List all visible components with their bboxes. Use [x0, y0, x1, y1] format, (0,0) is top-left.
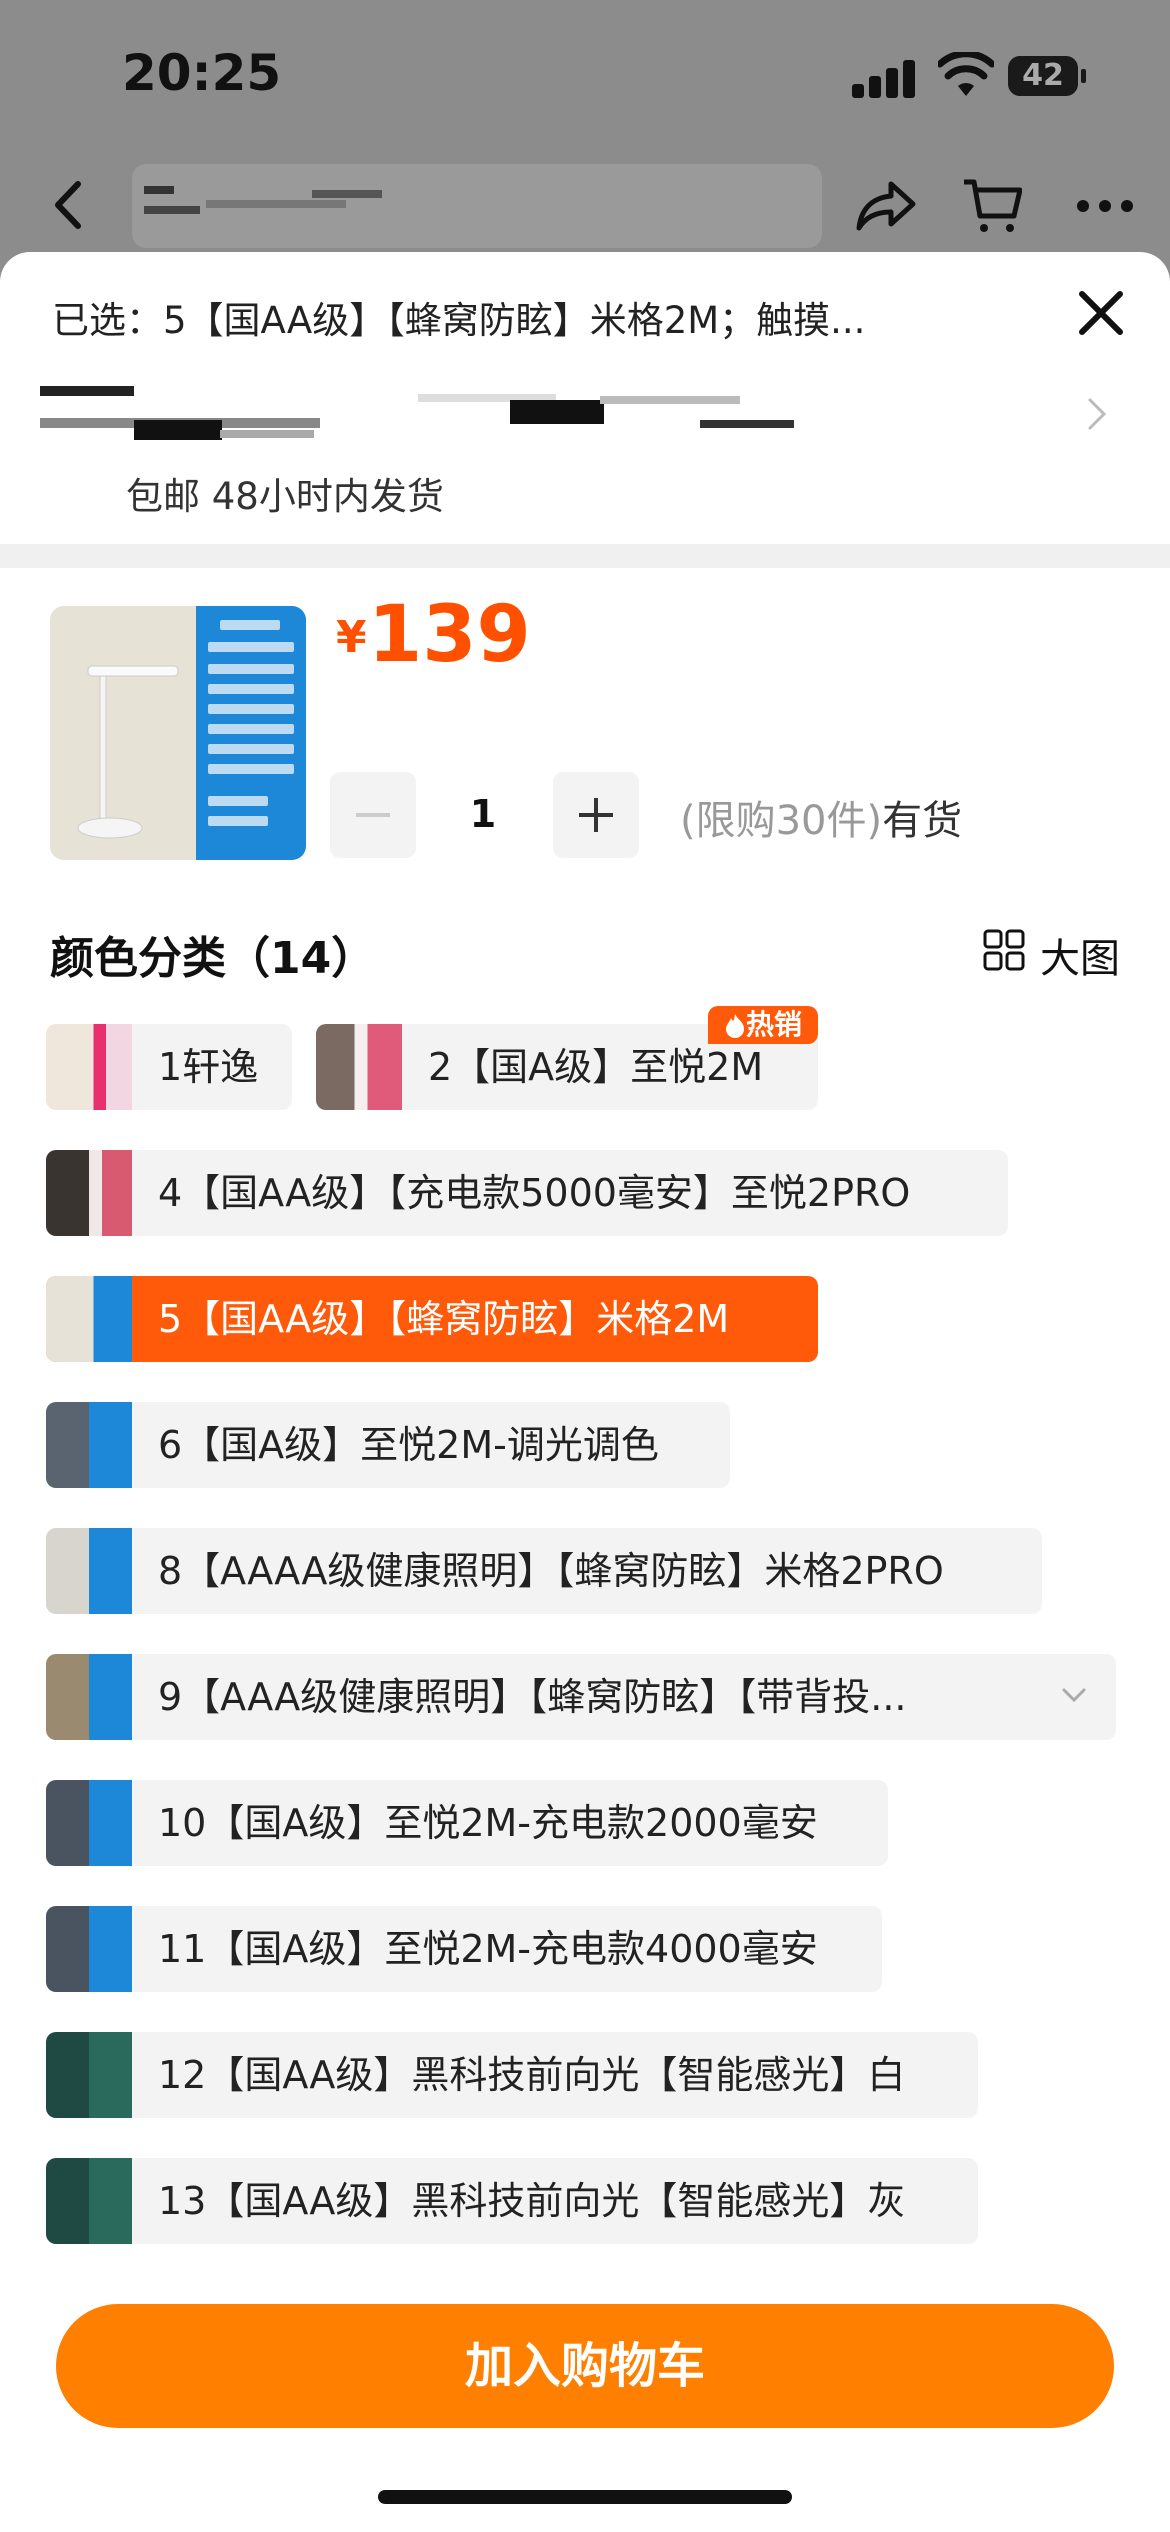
option-thumbnail	[46, 1150, 132, 1236]
option-thumbnail	[46, 1024, 132, 1110]
big-view-toggle[interactable]: 大图	[982, 926, 1122, 982]
minus-icon	[356, 813, 390, 817]
stock-status: 有货	[882, 798, 963, 844]
option-label: 5【国AA级】【蜂窝防眩】米格2M	[158, 1297, 730, 1341]
option-thumbnail	[46, 1528, 132, 1614]
hot-sale-badge: 热销	[708, 1006, 818, 1044]
color-option-9[interactable]: 9【AAA级健康照明】【蜂窝防眩】【带背投...	[46, 1654, 1116, 1740]
price: 139	[368, 590, 531, 680]
product-image[interactable]	[50, 606, 306, 860]
signal-icon	[852, 60, 916, 98]
share-icon[interactable]	[855, 180, 917, 232]
add-to-cart-button[interactable]: 加入购物车	[56, 2304, 1114, 2428]
color-option-1[interactable]: 1轩逸	[46, 1024, 292, 1110]
shipping-info: 包邮 48小时内发货	[126, 475, 444, 518]
battery-icon: 42	[1008, 56, 1088, 98]
more-icon[interactable]	[1075, 198, 1135, 214]
home-indicator[interactable]	[378, 2490, 792, 2504]
option-thumbnail	[316, 1024, 402, 1110]
address-redacted[interactable]	[40, 380, 800, 440]
fire-icon	[725, 1014, 744, 1038]
grid-icon	[983, 929, 1025, 971]
color-option-12[interactable]: 12【国AA级】黑科技前向光【智能感光】白	[46, 2032, 978, 2118]
plus-icon	[579, 798, 613, 832]
option-label: 10【国A级】至悦2M-充电款2000毫安	[158, 1801, 818, 1845]
back-icon[interactable]	[48, 180, 88, 230]
color-option-6[interactable]: 6【国A级】至悦2M-调光调色	[46, 1402, 730, 1488]
chevron-down-icon[interactable]	[1060, 1686, 1088, 1706]
option-label: 12【国AA级】黑科技前向光【智能感光】白	[158, 2053, 906, 2097]
option-label: 11【国A级】至悦2M-充电款4000毫安	[158, 1927, 818, 1971]
color-option-13[interactable]: 13【国AA级】黑科技前向光【智能感光】灰	[46, 2158, 978, 2244]
option-label: 13【国AA级】黑科技前向光【智能感光】灰	[158, 2179, 906, 2223]
option-label: 4【国AA级】【充电款5000毫安】至悦2PRO	[158, 1171, 911, 1215]
option-label: 8【AAAA级健康照明】【蜂窝防眩】米格2PRO	[158, 1549, 944, 1593]
color-option-5[interactable]: 5【国AA级】【蜂窝防眩】米格2M	[46, 1276, 818, 1362]
wifi-icon	[938, 52, 994, 96]
increase-quantity-button[interactable]	[553, 772, 639, 858]
option-thumbnail	[46, 2158, 132, 2244]
quantity-value[interactable]: 1	[440, 792, 526, 836]
option-thumbnail	[46, 1654, 132, 1740]
color-option-10[interactable]: 10【国A级】至悦2M-充电款2000毫安	[46, 1780, 888, 1866]
chevron-right-icon[interactable]	[1086, 396, 1108, 432]
color-option-4[interactable]: 4【国AA级】【充电款5000毫安】至悦2PRO	[46, 1150, 1008, 1236]
option-thumbnail	[46, 1402, 132, 1488]
option-thumbnail	[46, 1276, 132, 1362]
option-thumbnail	[46, 2032, 132, 2118]
option-label: 9【AAA级健康照明】【蜂窝防眩】【带背投...	[158, 1675, 907, 1719]
big-view-label: 大图	[1040, 936, 1120, 982]
status-time: 20:25	[122, 44, 282, 102]
section-divider	[0, 544, 1170, 568]
option-thumbnail	[46, 1906, 132, 1992]
currency-symbol: ¥	[336, 612, 367, 663]
close-icon[interactable]	[1076, 288, 1126, 338]
option-label: 6【国A级】至悦2M-调光调色	[158, 1423, 659, 1467]
color-option-11[interactable]: 11【国A级】至悦2M-充电款4000毫安	[46, 1906, 882, 1992]
purchase-limit: (限购30件)有货	[680, 798, 963, 844]
battery-level: 42	[1022, 58, 1064, 93]
decrease-quantity-button[interactable]	[330, 772, 416, 858]
color-section-title: 颜色分类（14）	[50, 933, 376, 984]
selected-summary: 已选：5【国AA级】【蜂窝防眩】米格2M；触摸...	[52, 299, 866, 342]
cart-icon[interactable]	[962, 176, 1022, 236]
option-label: 1轩逸	[158, 1045, 259, 1089]
option-thumbnail	[46, 1780, 132, 1866]
color-option-8[interactable]: 8【AAAA级健康照明】【蜂窝防眩】米格2PRO	[46, 1528, 1042, 1614]
search-bar-redacted[interactable]	[132, 164, 822, 248]
